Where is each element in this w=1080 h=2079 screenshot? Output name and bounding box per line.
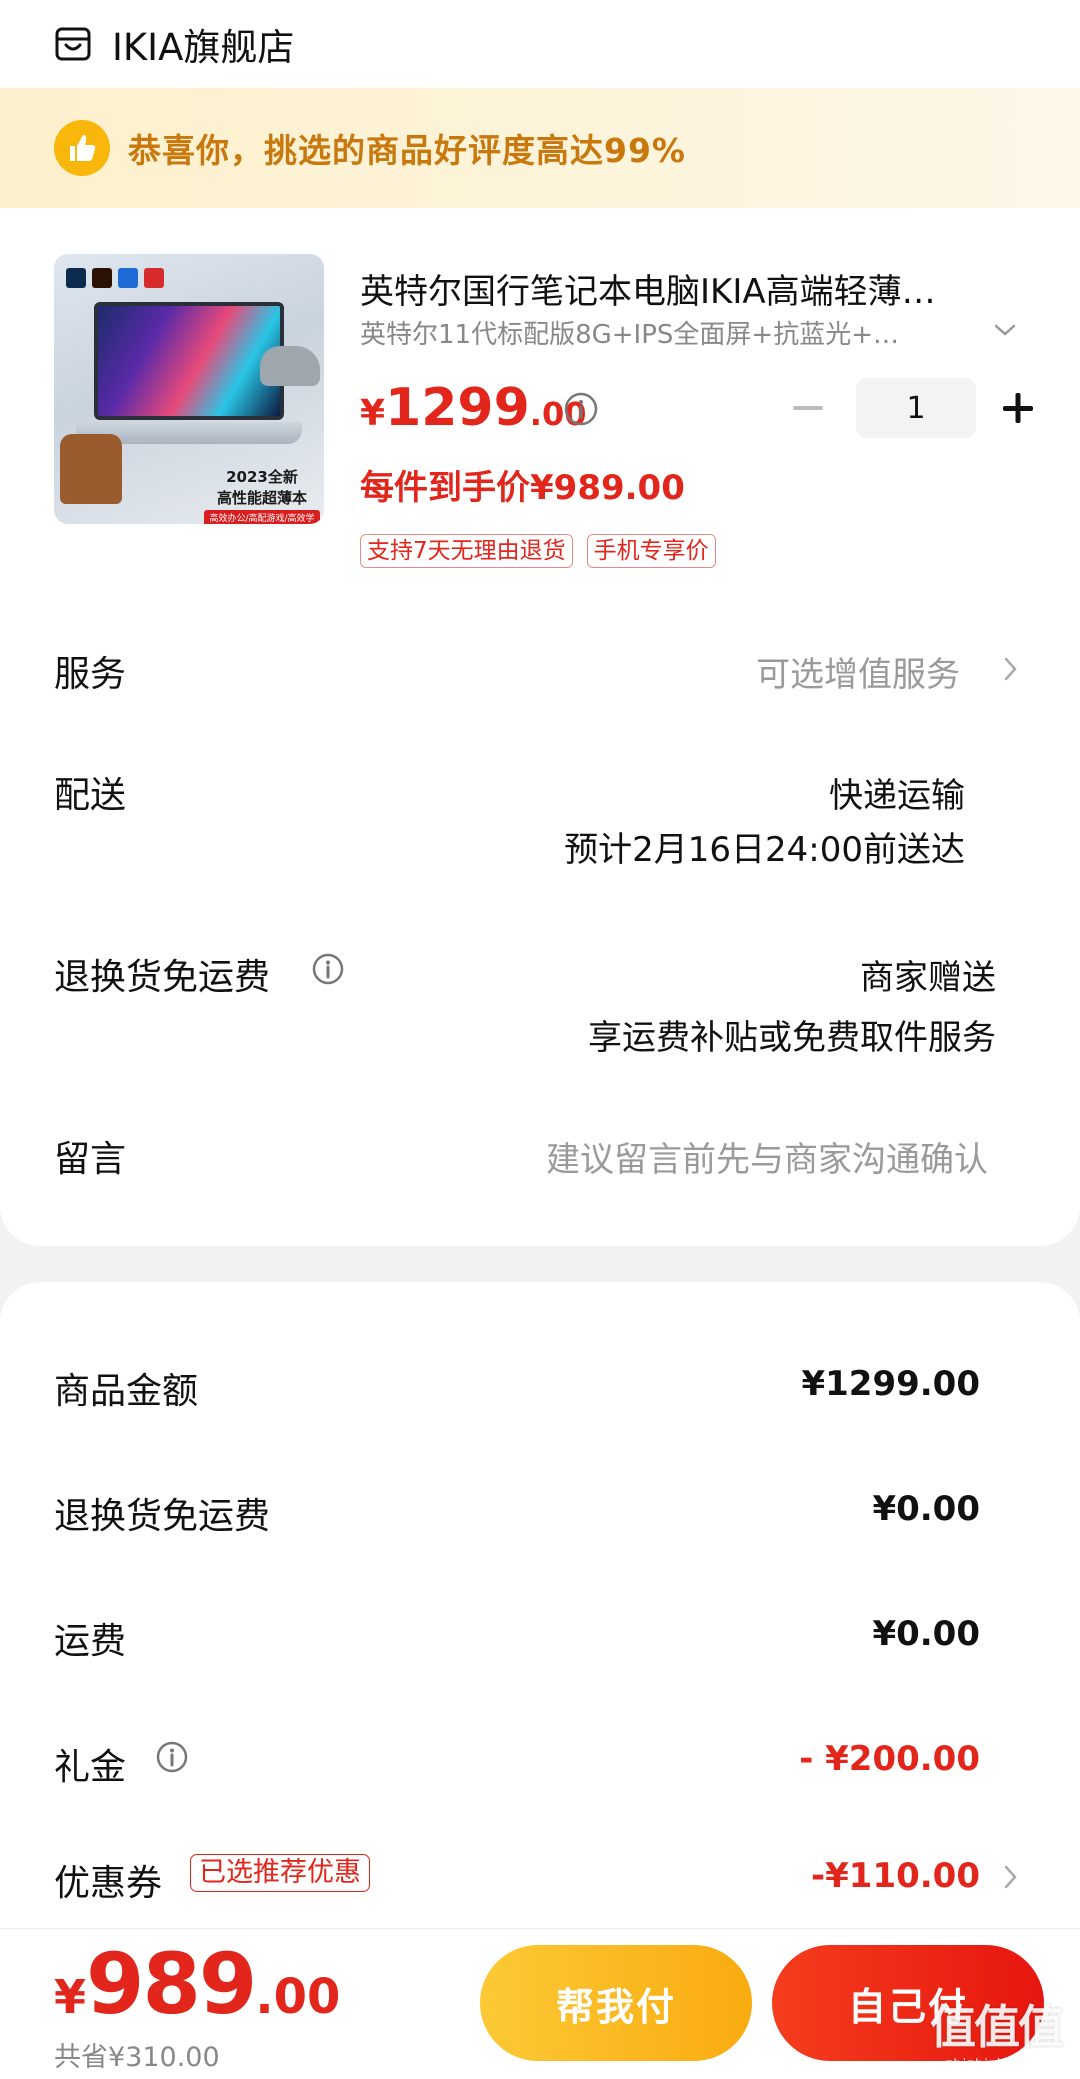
gift-money-value: - ¥200.00 bbox=[799, 1739, 980, 1779]
service-value[interactable]: 可选增值服务 bbox=[756, 647, 960, 696]
per-piece-price: 每件到手价¥989.00 bbox=[360, 468, 685, 508]
store-name[interactable]: IKIA旗舰店 bbox=[112, 17, 294, 71]
thumb-caption: 2023全新 高性能超薄本 高效办公/高配游戏/高效学习 bbox=[204, 466, 320, 524]
chevron-right-icon[interactable] bbox=[1002, 654, 1020, 684]
goods-amount-value: ¥1299.00 bbox=[801, 1364, 980, 1404]
chevron-right-icon[interactable] bbox=[1002, 1862, 1020, 1892]
thumb-caption-line: 2023全新 bbox=[226, 468, 298, 486]
total-integer: 989 bbox=[86, 1935, 257, 2033]
total-decimal: .00 bbox=[255, 1969, 341, 2025]
store-icon bbox=[55, 27, 91, 61]
coupon-recommended-tag: 已选推荐优惠 bbox=[190, 1854, 370, 1892]
quantity-stepper: 1 bbox=[784, 378, 1042, 438]
message-input[interactable]: 建议留言前先与商家沟通确认 bbox=[546, 1132, 988, 1181]
thumb-app-icons bbox=[66, 268, 164, 288]
thumb-laptop-screen bbox=[94, 302, 284, 420]
total-currency: ¥ bbox=[54, 1970, 87, 2024]
delivery-label: 配送 bbox=[54, 775, 127, 816]
shipping-fee-value: ¥0.00 bbox=[872, 1614, 980, 1654]
thumb-caption-line: 高效办公/高配游戏/高效学习 bbox=[204, 510, 320, 524]
checkout-bar: ¥ 989 .00 共省¥310.00 帮我付 自己付 值值值 zhizhizh… bbox=[0, 1928, 1080, 2079]
service-label: 服务 bbox=[54, 654, 127, 695]
quantity-minus-button[interactable] bbox=[784, 384, 832, 432]
goods-amount-label: 商品金额 bbox=[54, 1371, 199, 1412]
info-icon[interactable] bbox=[563, 391, 599, 427]
tag-return-policy: 支持7天无理由退货 bbox=[360, 534, 573, 568]
quantity-input[interactable]: 1 bbox=[856, 378, 976, 438]
return-shipping-detail: 享运费补贴或免费取件服务 bbox=[588, 1018, 996, 1058]
gift-money-label: 礼金 bbox=[54, 1747, 127, 1788]
return-shipping-fee-value: ¥0.00 bbox=[872, 1489, 980, 1529]
product-title[interactable]: 英特尔国行笔记本电脑IKIA高端轻薄… bbox=[360, 264, 1010, 313]
product-spec[interactable]: 英特尔11代标配版8G+IPS全面屏+抗蓝光+… bbox=[360, 314, 950, 351]
shipping-fee-label: 运费 bbox=[54, 1621, 127, 1662]
product-tags: 支持7天无理由退货 手机专享价 bbox=[360, 534, 716, 568]
product-image[interactable]: 2023全新 高性能超薄本 高效办公/高配游戏/高效学习 bbox=[54, 254, 324, 524]
price-currency: ¥ bbox=[360, 393, 386, 434]
message-label: 留言 bbox=[54, 1139, 127, 1180]
info-icon[interactable] bbox=[311, 952, 345, 986]
thumb-bag bbox=[60, 434, 122, 504]
delivery-eta: 预计2月16日24:00前送达 bbox=[564, 830, 965, 870]
help-me-pay-button[interactable]: 帮我付 bbox=[480, 1945, 752, 2061]
coupon-value[interactable]: -¥110.00 bbox=[811, 1856, 980, 1896]
thumbs-up-icon bbox=[54, 120, 110, 176]
unit-price: ¥ 1299 .00 bbox=[360, 378, 586, 438]
price-integer: 1299 bbox=[385, 378, 530, 438]
store-header[interactable]: IKIA旗舰店 bbox=[0, 0, 1080, 88]
thumb-car bbox=[260, 346, 320, 386]
delivery-method[interactable]: 快递运输 bbox=[829, 768, 965, 817]
praise-banner: 恭喜你，挑选的商品好评度高达99% bbox=[0, 88, 1080, 208]
coupon-label: 优惠券 bbox=[54, 1863, 163, 1904]
tag-mobile-price: 手机专享价 bbox=[586, 534, 716, 568]
return-shipping-value: 商家赠送 bbox=[860, 958, 996, 998]
praise-text: 恭喜你，挑选的商品好评度高达99% bbox=[128, 131, 686, 170]
quantity-plus-button[interactable] bbox=[994, 384, 1042, 432]
pay-myself-button[interactable]: 自己付 bbox=[772, 1945, 1044, 2061]
thumb-caption-line: 高性能超薄本 bbox=[216, 489, 307, 507]
chevron-down-icon[interactable] bbox=[992, 320, 1018, 340]
total-price: ¥ 989 .00 bbox=[54, 1935, 340, 2033]
total-saved: 共省¥310.00 bbox=[54, 2042, 220, 2073]
return-shipping-fee-label: 退换货免运费 bbox=[54, 1496, 271, 1537]
order-item-card: 2023全新 高性能超薄本 高效办公/高配游戏/高效学习 英特尔国行笔记本电脑I… bbox=[0, 208, 1080, 1246]
return-shipping-label: 退换货免运费 bbox=[54, 957, 271, 998]
info-icon[interactable] bbox=[155, 1740, 189, 1774]
